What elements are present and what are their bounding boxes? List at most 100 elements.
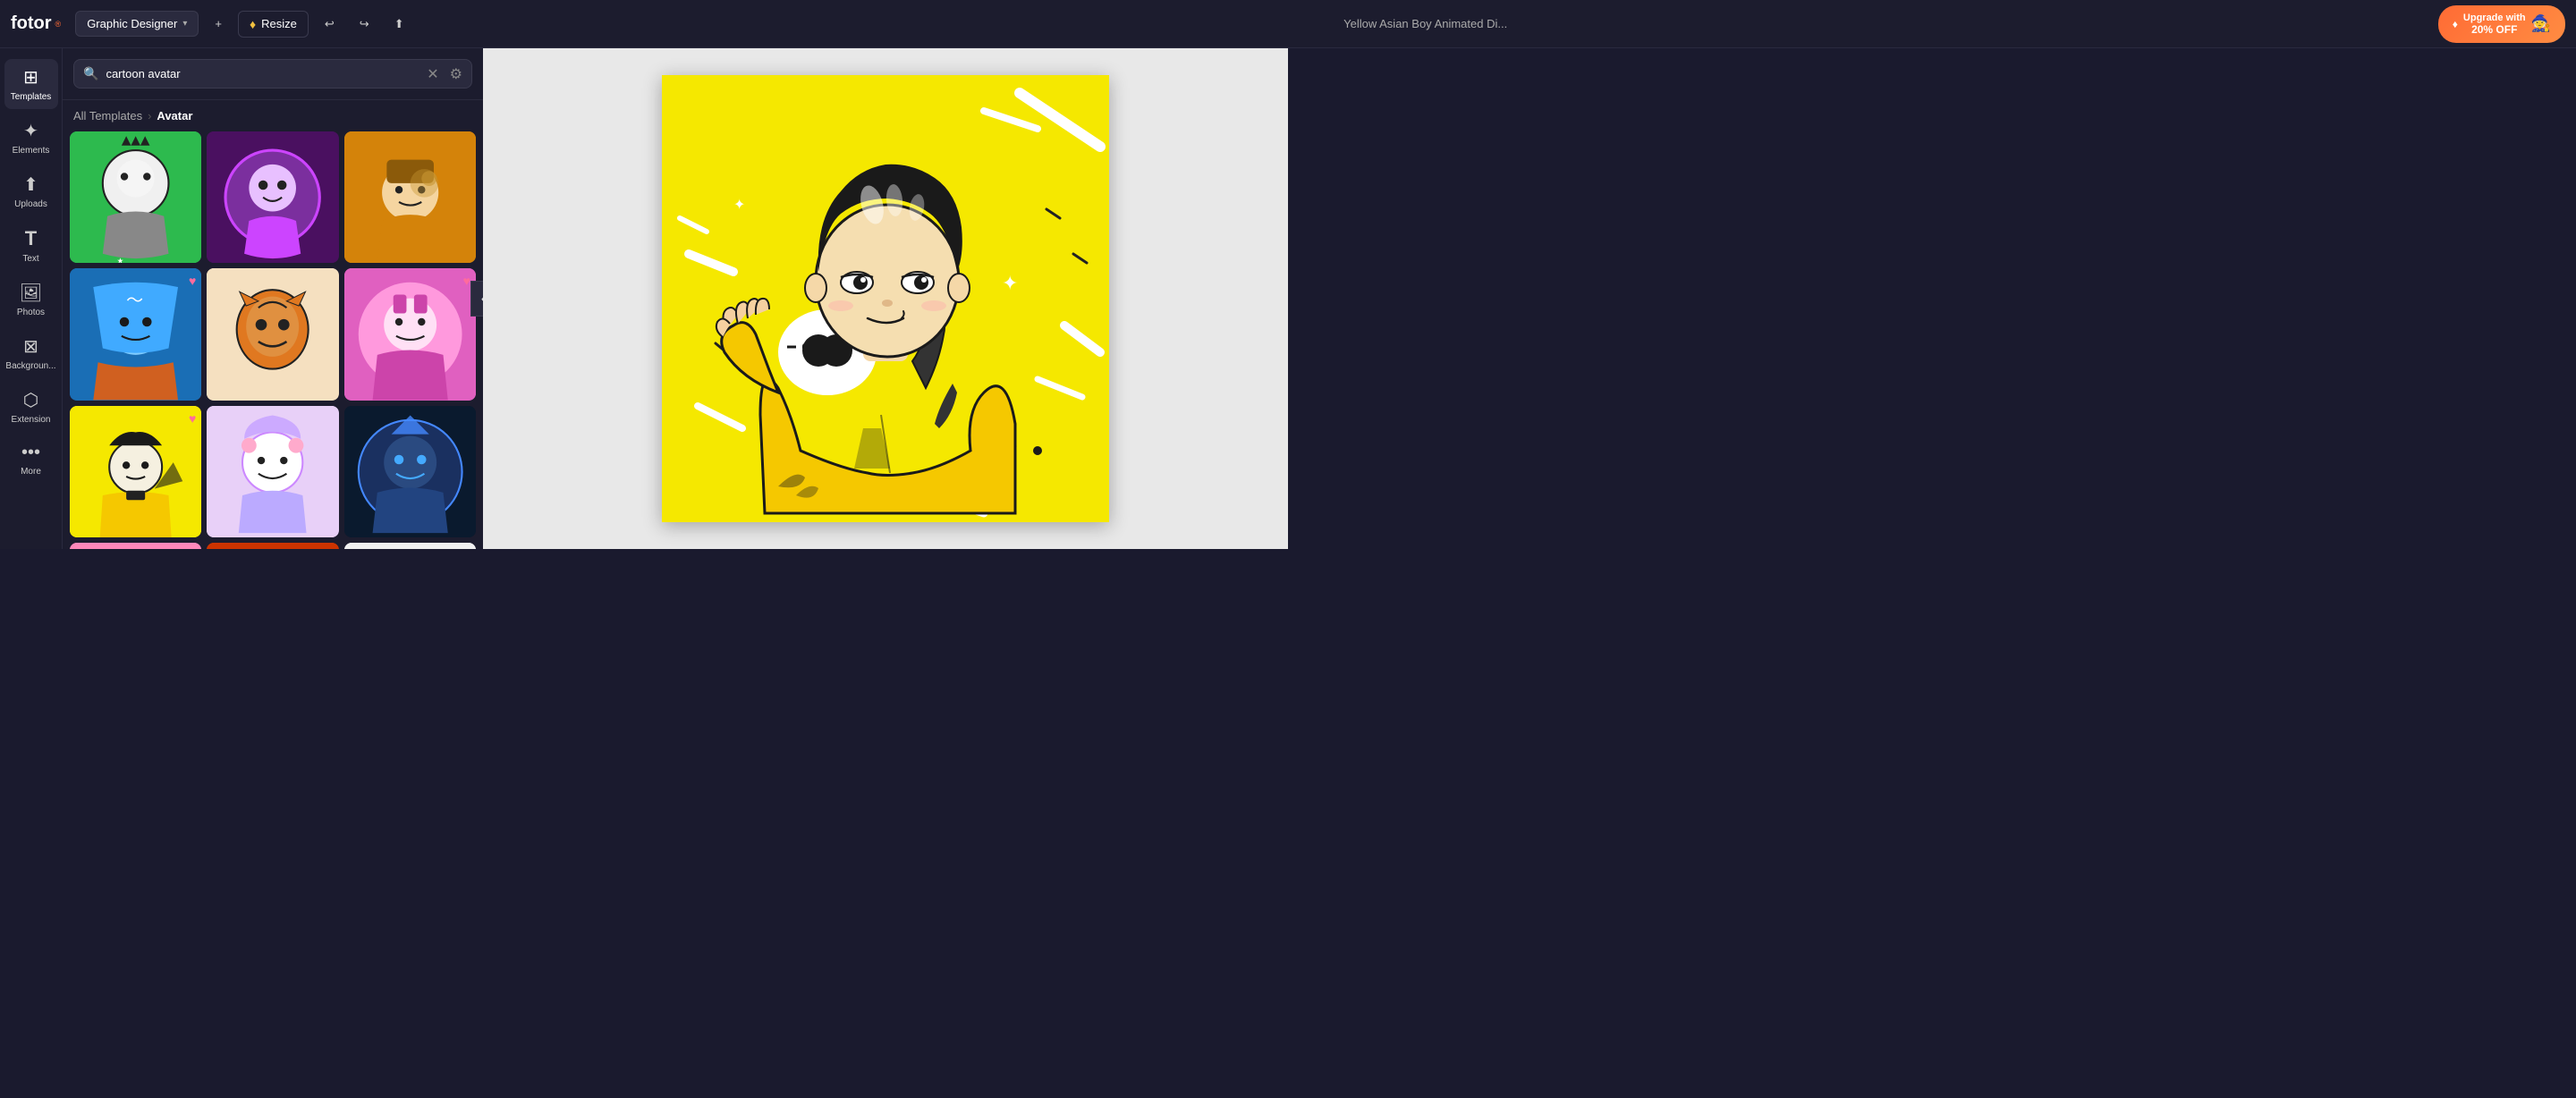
svg-text:✦: ✦ [733, 198, 745, 213]
logo: fotor ® [11, 13, 61, 34]
upload-button[interactable]: ⬆ [386, 12, 413, 37]
svg-text:✦: ✦ [1002, 272, 1018, 294]
main-layout: ⊞ Templates ✦ Elements ⬆ Uploads T Text … [0, 48, 1288, 549]
upgrade-text: Upgrade with 20% OFF [2463, 13, 2526, 36]
templates-panel: 🔍 ✕ ⚙ All Templates › Avatar [63, 48, 483, 549]
diamond-upgrade-icon: ♦ [2453, 18, 2458, 30]
template-item[interactable]: 😴 ZZZ [70, 543, 201, 549]
logo-text: fotor [11, 13, 52, 34]
more-icon: ••• [21, 443, 40, 463]
sidebar-item-more[interactable]: ••• More [4, 435, 58, 484]
filter-button[interactable]: ⚙ [450, 65, 462, 83]
template-item[interactable] [207, 406, 338, 537]
logo-superscript: ® [55, 20, 62, 29]
template-preview [207, 543, 338, 549]
collapse-panel-button[interactable]: ‹ [470, 281, 483, 317]
svg-text:〜: 〜 [126, 291, 143, 310]
sidebar-label-uploads: Uploads [14, 199, 47, 209]
search-box: 🔍 ✕ ⚙ [73, 59, 472, 89]
template-item[interactable]: ★ [70, 131, 201, 263]
template-preview [207, 268, 338, 400]
templates-icon: ⊞ [23, 66, 38, 89]
sidebar-item-templates[interactable]: ⊞ Templates [4, 59, 58, 109]
extension-icon: ⬡ [23, 389, 38, 411]
chevron-left-icon: ‹ [481, 292, 483, 305]
sidebar-item-elements[interactable]: ✦ Elements [4, 113, 58, 163]
avatar-canvas[interactable]: ✦ ✦ [662, 75, 1109, 522]
template-item[interactable] [344, 131, 476, 263]
header: fotor ® Graphic Designer ▾ + ♦ Resize ↩ … [0, 0, 2576, 48]
svg-text:★: ★ [117, 256, 124, 263]
redo-icon: ↪ [360, 17, 369, 31]
breadcrumb-current: Avatar [157, 109, 192, 122]
upload-icon: ⬆ [394, 17, 404, 31]
sidebar-item-photos[interactable]: 🖼 Photos [4, 274, 58, 325]
favorite-icon: ♥ [189, 274, 196, 288]
graphic-designer-label: Graphic Designer [87, 17, 177, 30]
template-item[interactable]: ♥ [70, 406, 201, 537]
clear-search-button[interactable]: ✕ [427, 65, 438, 83]
sidebar-item-backgrounds[interactable]: ⊠ Backgroun... [4, 328, 58, 378]
template-item[interactable] [344, 406, 476, 537]
template-preview [70, 406, 201, 537]
search-area: 🔍 ✕ ⚙ [63, 48, 483, 100]
undo-icon: ↩ [325, 17, 335, 31]
resize-button[interactable]: ♦ Resize [238, 11, 309, 38]
upgrade-discount: 20% OFF [2463, 23, 2526, 36]
photos-icon: 🖼 [20, 282, 42, 304]
upgrade-label: Upgrade with [2463, 13, 2526, 23]
breadcrumb-separator: › [148, 109, 151, 122]
template-preview [344, 131, 476, 263]
sidebar-item-extension[interactable]: ⬡ Extension [4, 382, 58, 432]
sidebar-label-templates: Templates [11, 92, 52, 102]
elements-icon: ✦ [23, 120, 38, 142]
breadcrumb-all-templates[interactable]: All Templates [73, 109, 142, 122]
text-icon: T [25, 227, 37, 250]
witch-icon: 🧙 [2531, 14, 2551, 33]
canvas-wrapper: ✦ ✦ [662, 75, 1109, 522]
redo-button[interactable]: ↪ [351, 12, 378, 37]
template-preview: ★ [70, 131, 201, 263]
sidebar-label-elements: Elements [13, 146, 50, 156]
resize-label: Resize [261, 17, 297, 30]
template-item[interactable] [207, 268, 338, 400]
template-item[interactable] [344, 543, 476, 549]
undo-button[interactable]: ↩ [316, 12, 343, 37]
add-button[interactable]: + [206, 12, 231, 36]
add-icon: + [215, 17, 222, 30]
search-input[interactable] [106, 60, 419, 88]
document-title: Yellow Asian Boy Animated Di... [420, 17, 2431, 30]
sidebar-label-backgrounds: Backgroun... [5, 361, 55, 371]
template-preview [344, 543, 476, 549]
template-preview: 😴 ZZZ [70, 543, 201, 549]
templates-grid: ★ [63, 131, 483, 549]
sidebar-label-more: More [21, 467, 41, 477]
uploads-icon: ⬆ [23, 173, 38, 196]
sidebar: ⊞ Templates ✦ Elements ⬆ Uploads T Text … [0, 48, 63, 549]
template-preview [207, 406, 338, 537]
backgrounds-icon: ⊠ [23, 335, 38, 358]
template-grid-columns: ★ [70, 131, 476, 549]
template-preview [344, 406, 476, 537]
sidebar-label-photos: Photos [17, 308, 45, 317]
diamond-icon: ♦ [250, 17, 256, 31]
template-preview: 〜 [70, 268, 201, 400]
sidebar-item-text[interactable]: T Text [4, 220, 58, 271]
search-icon: 🔍 [83, 66, 98, 81]
breadcrumb: All Templates › Avatar [63, 100, 483, 131]
sidebar-item-uploads[interactable]: ⬆ Uploads [4, 166, 58, 216]
upgrade-button[interactable]: ♦ Upgrade with 20% OFF 🧙 [2438, 5, 2565, 43]
template-item[interactable]: 〜 ♥ [70, 268, 201, 400]
favorite-icon: ♥ [463, 274, 470, 288]
canvas-area: ✦ ✦ [483, 48, 1288, 549]
favorite-icon: ♥ [189, 411, 196, 426]
template-preview [207, 131, 338, 263]
sidebar-label-text: Text [22, 254, 38, 264]
sidebar-label-extension: Extension [12, 415, 51, 425]
template-item[interactable]: ♥ [344, 268, 476, 400]
chevron-down-icon: ▾ [182, 19, 187, 29]
template-item[interactable] [207, 543, 338, 549]
template-preview [344, 268, 476, 400]
graphic-designer-button[interactable]: Graphic Designer ▾ [75, 11, 199, 37]
template-item[interactable] [207, 131, 338, 263]
